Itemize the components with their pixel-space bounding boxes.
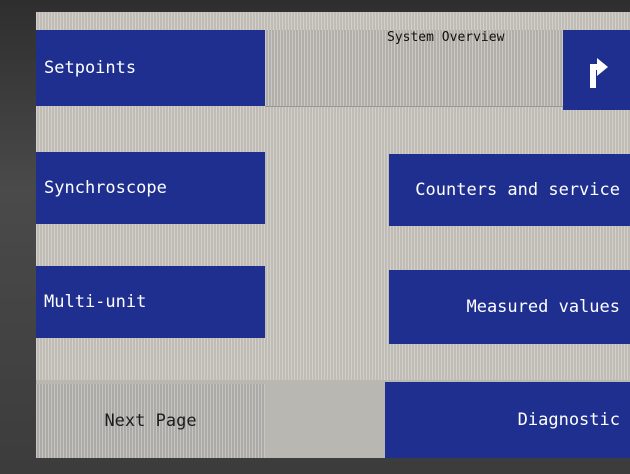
synchroscope-label: Synchroscope: [44, 178, 167, 198]
diagnostic-button[interactable]: Diagnostic: [385, 382, 630, 458]
diagnostic-label: Diagnostic: [517, 410, 620, 430]
measured-values-button[interactable]: Measured values: [389, 270, 630, 344]
setpoints-label: Setpoints: [44, 58, 137, 78]
multi-unit-button[interactable]: Multi-unit: [36, 266, 265, 338]
synchroscope-button[interactable]: Synchroscope: [36, 152, 265, 224]
arrow-up-right-icon: [589, 58, 608, 88]
navigate-up-button[interactable]: [563, 30, 630, 110]
page-title: System Overview: [387, 30, 505, 45]
multi-unit-label: Multi-unit: [44, 292, 147, 312]
hmi-screen: System Overview Setpoints Synchroscope C…: [36, 12, 630, 458]
next-page-label: Next Page: [104, 411, 197, 431]
measured-values-label: Measured values: [466, 297, 620, 317]
counters-and-service-button[interactable]: Counters and service: [389, 154, 630, 226]
counters-and-service-label: Counters and service: [415, 180, 620, 200]
next-page-button[interactable]: Next Page: [36, 384, 265, 458]
setpoints-button[interactable]: Setpoints: [36, 30, 265, 106]
